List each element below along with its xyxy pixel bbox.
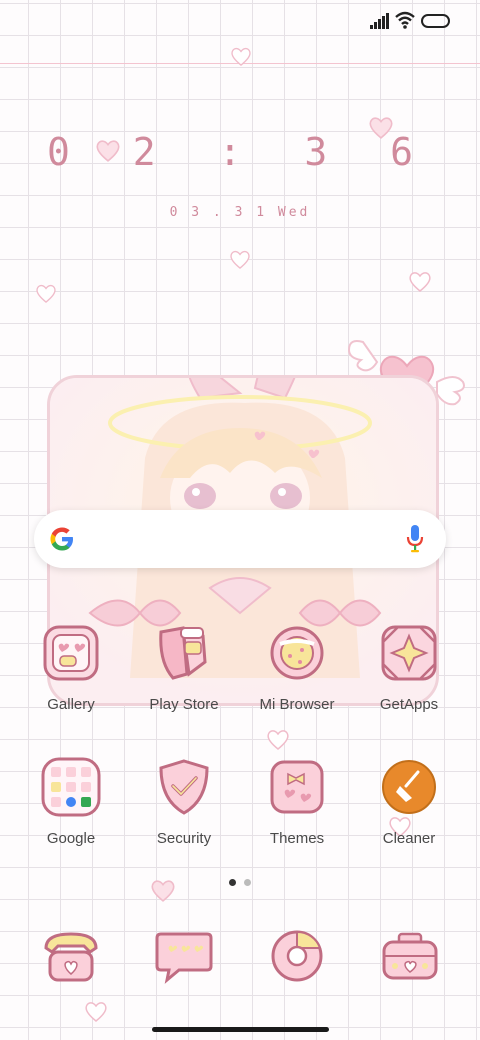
app-cleaner[interactable]: Cleaner — [359, 756, 459, 847]
google-search-bar[interactable] — [34, 510, 446, 568]
app-label: Google — [46, 830, 96, 847]
app-label: Gallery — [47, 696, 95, 713]
heart-icon — [409, 272, 431, 292]
page-dot[interactable] — [244, 879, 251, 886]
app-getapps[interactable]: GetApps — [359, 622, 459, 713]
heart-icon — [230, 250, 250, 269]
play-store-icon — [159, 626, 207, 680]
gesture-navigation-bar[interactable] — [152, 1027, 329, 1032]
heart-icon — [96, 140, 120, 162]
app-label: Play Store — [149, 696, 219, 713]
messages-icon[interactable] — [153, 928, 215, 984]
heart-icon — [267, 730, 289, 750]
heart-icon — [151, 880, 175, 902]
app-label: Mi Browser — [259, 696, 335, 713]
heart-icon — [231, 47, 251, 66]
page-indicator[interactable] — [226, 879, 256, 887]
heart-icon — [85, 1002, 107, 1022]
signal-bars-icon — [370, 13, 389, 29]
security-shield-icon — [159, 759, 209, 815]
app-themes[interactable]: Themes — [247, 756, 347, 847]
clock-date[interactable]: 0 3 . 3 1 Wed — [0, 205, 480, 220]
app-play-store[interactable]: Play Store — [134, 622, 234, 713]
app-label: Themes — [269, 830, 325, 847]
chrome-icon[interactable] — [266, 928, 328, 984]
status-bar — [0, 0, 480, 40]
app-label: GetApps — [379, 696, 439, 713]
wifi-icon — [395, 11, 415, 29]
themes-icon — [270, 760, 324, 814]
google-g-icon[interactable] — [48, 525, 76, 553]
cleaner-broom-icon — [382, 760, 436, 814]
gallery-icon — [43, 625, 99, 681]
app-label: Cleaner — [382, 830, 436, 847]
app-security[interactable]: Security — [134, 756, 234, 847]
getapps-icon — [381, 625, 437, 681]
google-folder-icon — [41, 757, 101, 817]
page-dot-active[interactable] — [229, 879, 236, 886]
heart-icon — [36, 284, 56, 303]
microphone-icon[interactable] — [406, 524, 424, 554]
heart-icon — [369, 117, 393, 139]
app-google-folder[interactable]: Google — [21, 756, 121, 847]
phone-icon[interactable] — [40, 928, 102, 984]
battery-icon — [421, 14, 450, 28]
app-label: Security — [156, 830, 212, 847]
clock-time[interactable]: 0 2 : 3 6 — [0, 122, 480, 182]
browser-icon — [270, 626, 324, 680]
app-mi-browser[interactable]: Mi Browser — [247, 622, 347, 713]
camera-icon[interactable] — [379, 928, 441, 984]
app-gallery[interactable]: Gallery — [21, 622, 121, 713]
